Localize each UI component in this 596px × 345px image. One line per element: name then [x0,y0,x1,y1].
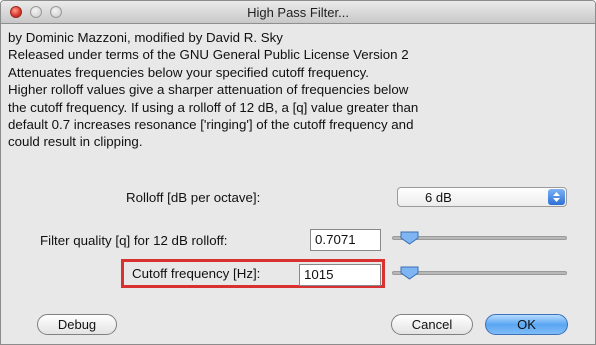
cutoff-input[interactable]: 1015 [299,264,381,286]
dialog-window: High Pass Filter... by Dominic Mazzoni, … [0,0,596,345]
cutoff-label: Cutoff frequency [Hz]: [132,266,261,281]
quality-label: Filter quality [q] for 12 dB rolloff: [40,233,228,248]
plugin-description: by Dominic Mazzoni, modified by David R.… [8,29,588,151]
quality-input[interactable]: 0.7071 [310,229,381,251]
window-title: High Pass Filter... [247,5,349,20]
description-line: Higher rolloff values give a sharper att… [8,82,409,98]
cutoff-slider-thumb[interactable] [400,266,419,280]
ok-button[interactable]: OK [485,314,568,335]
description-line: the cutoff frequency. If using a rolloff… [8,99,419,115]
description-line: by Dominic Mazzoni, modified by David R.… [8,30,283,45]
quality-slider-thumb[interactable] [400,231,419,245]
description-line: Attenuates frequencies below your specif… [8,64,369,80]
debug-button[interactable]: Debug [37,314,117,335]
rolloff-label: Rolloff [dB per octave]: [126,190,261,205]
title-bar[interactable]: High Pass Filter... [1,1,595,24]
description-line: default 0.7 increases resonance ['ringin… [8,117,414,133]
description-line: Released under terms of the GNU General … [8,47,409,63]
rolloff-select[interactable]: 6 dB [397,187,567,207]
select-arrows-icon [548,189,565,205]
description-line: could result in clipping. [8,134,143,150]
cancel-button[interactable]: Cancel [391,314,473,335]
rolloff-selected-value: 6 dB [425,190,452,205]
